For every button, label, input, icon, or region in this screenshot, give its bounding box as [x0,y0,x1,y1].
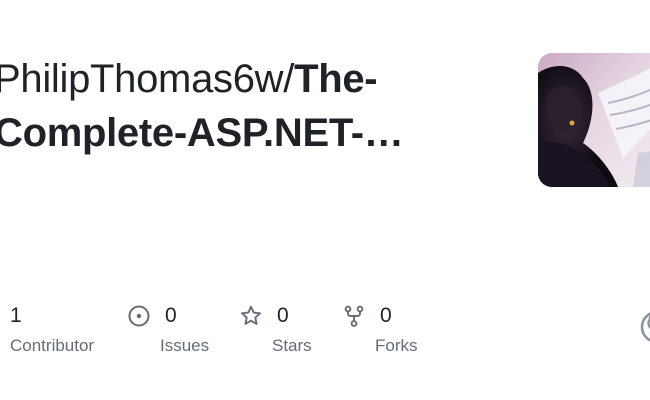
stat-stars[interactable]: 0 Stars [239,298,312,356]
contributors-count: 1 [10,304,22,327]
repo-title[interactable]: PhilipThomas6w/The-Complete-ASP.NET-… [0,52,434,160]
issue-opened-icon [127,304,151,328]
issues-label: Issues [160,336,210,355]
forks-label: Forks [375,336,418,355]
stat-issues[interactable]: 0 Issues [127,298,209,356]
avatar-artwork-icon [538,53,650,187]
repo-forked-icon [342,304,366,328]
contributors-label: Contributor [10,336,95,355]
repo-stats: 1 Contributor 0 Issues 0 Stars 0 Forks [0,298,650,368]
issues-count: 0 [165,304,177,327]
forks-count: 0 [380,304,392,327]
repo-owner: PhilipThomas6w/ [0,57,295,101]
github-mark-icon [640,310,650,344]
owner-avatar[interactable] [538,53,650,187]
stars-label: Stars [272,336,312,355]
stat-contributors[interactable]: 1 Contributor [10,298,94,356]
repo-social-card: PhilipThomas6w/The-Complete-ASP.NET-… 1 … [0,0,650,400]
star-icon [239,304,263,328]
stars-count: 0 [277,304,289,327]
stat-forks[interactable]: 0 Forks [342,298,418,356]
